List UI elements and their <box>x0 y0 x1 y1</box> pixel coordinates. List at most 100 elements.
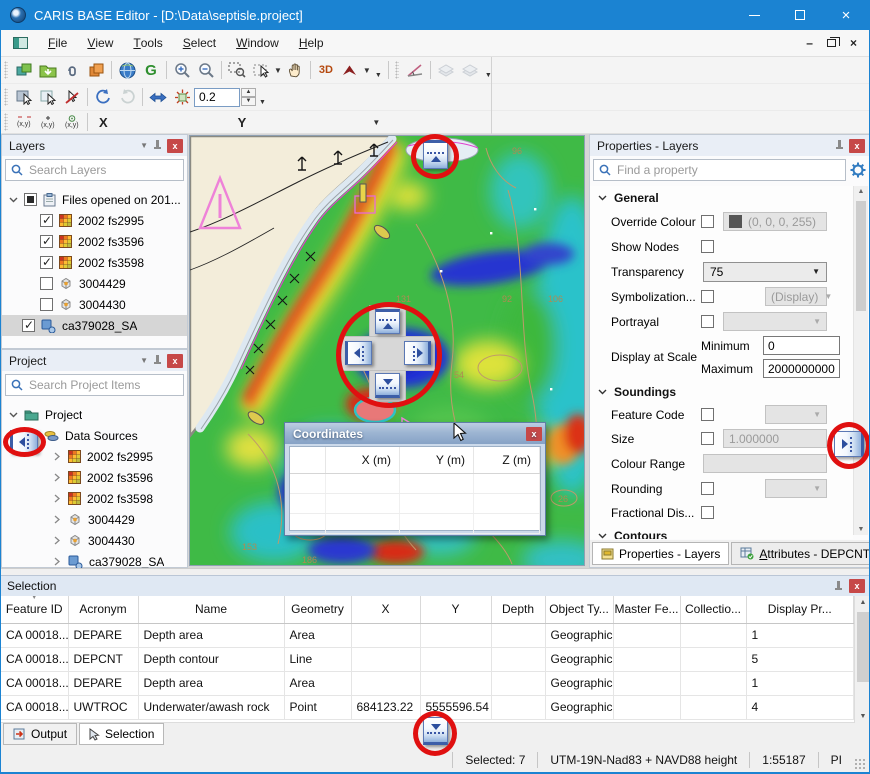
coordinates-col-y[interactable]: Y (m) <box>400 447 474 473</box>
expand-right-button[interactable] <box>834 431 864 457</box>
select-tool-dropdown[interactable]: ▼ <box>274 66 282 75</box>
layer-checkbox[interactable] <box>22 319 35 332</box>
project-menu-icon[interactable]: ▼ <box>140 356 148 365</box>
minimum-scale-input[interactable]: 0 <box>763 336 840 355</box>
table-row[interactable]: CA 00018...DEPAREDepth areaAreaGeographi… <box>1 671 854 695</box>
view-3d-button[interactable]: 3D <box>314 59 338 81</box>
override-colour-checkbox[interactable] <box>701 215 714 228</box>
xy-capture-icon[interactable]: (x,y) <box>12 111 36 133</box>
pan-up-button[interactable] <box>375 309 400 334</box>
tab-selection[interactable]: Selection <box>79 723 164 745</box>
selection-scrollbar[interactable]: ▲ ▼ <box>854 596 870 723</box>
menu-tools[interactable]: Tools <box>123 30 172 56</box>
project-row-3004430[interactable]: 3004430 <box>2 530 187 551</box>
layer-row-ca379028[interactable]: ca379028_SA <box>2 315 187 336</box>
portrayal-checkbox[interactable] <box>701 315 714 328</box>
col-geometry[interactable]: Geometry <box>284 596 351 623</box>
properties-pin-icon[interactable] <box>835 139 844 152</box>
toolbar-grip-3[interactable] <box>4 88 8 106</box>
project-close-icon[interactable]: x <box>167 354 183 368</box>
flash-location-button[interactable] <box>170 86 194 108</box>
resize-grip[interactable] <box>854 758 866 770</box>
layer-row-3004429[interactable]: 3004429 <box>2 273 187 294</box>
chevron-down-icon[interactable] <box>8 410 18 419</box>
menu-view[interactable]: View <box>77 30 123 56</box>
xy-add-icon[interactable]: (x,y) <box>36 111 60 133</box>
tab-attributes-depcnt[interactable]: Attributes - DEPCNT <box>731 542 870 565</box>
attach-file-button[interactable] <box>60 59 84 81</box>
north-arrow-dropdown[interactable]: ▼ <box>363 66 371 75</box>
layer-checkbox[interactable] <box>40 214 53 227</box>
close-button[interactable]: × <box>823 0 869 30</box>
gear-icon[interactable] <box>850 162 866 178</box>
collapse-left-button[interactable] <box>10 430 38 453</box>
col-depth[interactable]: Depth <box>491 596 545 623</box>
project-search[interactable] <box>5 374 184 396</box>
select-by-rect-button[interactable] <box>12 86 36 108</box>
properties-search-input[interactable] <box>617 163 840 177</box>
section-soundings[interactable]: Soundings <box>590 380 853 403</box>
pan-tool-button[interactable] <box>283 59 307 81</box>
coordinates-titlebar[interactable]: Coordinates x <box>285 423 545 444</box>
coordinates-window[interactable]: Coordinates x X (m) Y (m) Z (m) <box>284 422 546 536</box>
project-search-input[interactable] <box>29 378 178 392</box>
rounding-checkbox[interactable] <box>701 482 714 495</box>
layers-menu-icon[interactable]: ▼ <box>140 141 148 150</box>
scroll-down-icon[interactable]: ▼ <box>858 526 865 533</box>
menu-window[interactable]: Window <box>226 30 289 56</box>
chevron-right-icon[interactable] <box>52 557 62 566</box>
layers-search-input[interactable] <box>29 163 178 177</box>
toolbar2-overflow[interactable]: ▼ <box>482 59 495 81</box>
pan-up-map-button[interactable] <box>423 140 448 169</box>
layer-row-3004430[interactable]: 3004430 <box>2 294 187 315</box>
table-row[interactable]: CA 00018...DEPAREDepth areaAreaGeographi… <box>1 623 854 647</box>
layers-tree-root[interactable]: Files opened on 201... <box>2 189 187 210</box>
chevron-right-icon[interactable] <box>52 536 62 545</box>
table-row[interactable]: CA 00018...DEPCNTDepth contourLineGeogra… <box>1 647 854 671</box>
project-row-fs3598[interactable]: 2002 fs3598 <box>2 488 187 509</box>
chevron-right-icon[interactable] <box>52 494 62 503</box>
measure-angle-button[interactable] <box>403 59 427 81</box>
mdi-child-icon[interactable] <box>13 37 28 49</box>
properties-search[interactable] <box>593 159 846 181</box>
scrollbar-thumb[interactable] <box>856 201 866 311</box>
scroll-up-icon[interactable]: ▲ <box>860 599 867 606</box>
select-by-lasso-button[interactable] <box>36 86 60 108</box>
menu-file[interactable]: File <box>38 30 77 56</box>
chevron-right-icon[interactable] <box>52 452 62 461</box>
selection-close-icon[interactable]: x <box>849 579 865 593</box>
open-file-button[interactable] <box>36 59 60 81</box>
zoom-in-button[interactable] <box>170 59 194 81</box>
fit-width-button[interactable] <box>146 86 170 108</box>
feature-code-checkbox[interactable] <box>701 408 714 421</box>
layers-close-icon[interactable]: x <box>167 139 183 153</box>
chevron-right-icon[interactable] <box>52 515 62 524</box>
coordinates-close-icon[interactable]: x <box>526 427 542 441</box>
pan-down-button[interactable] <box>375 373 400 398</box>
zoom-to-selection-button[interactable] <box>91 86 115 108</box>
expand-down-button[interactable] <box>423 717 448 745</box>
layer-row-fs3598[interactable]: 2002 fs3598 <box>2 252 187 273</box>
properties-close-icon[interactable]: x <box>849 139 865 153</box>
layers-pin-icon[interactable] <box>153 139 162 152</box>
table-row[interactable]: CA 00018...UWTROCUnderwater/awash rockPo… <box>1 695 854 719</box>
zoom-factor-input[interactable] <box>194 88 240 107</box>
fractional-checkbox[interactable] <box>701 506 714 519</box>
layer-checkbox[interactable] <box>40 235 53 248</box>
layer-row-fs2995[interactable]: 2002 fs2995 <box>2 210 187 231</box>
col-display-priority[interactable]: Display Pr... <box>746 596 854 623</box>
properties-scrollbar[interactable]: ▲ ▼ <box>853 186 868 535</box>
zoom-factor-spinner[interactable]: ▲▼ <box>241 88 256 106</box>
layer-checkbox[interactable] <box>40 277 53 290</box>
copy-files-button[interactable] <box>84 59 108 81</box>
project-row-3004429[interactable]: 3004429 <box>2 509 187 530</box>
mdi-restore-button[interactable] <box>827 39 836 47</box>
col-name[interactable]: Name <box>138 596 284 623</box>
section-contours[interactable]: Contours <box>590 524 853 539</box>
layers-search[interactable] <box>5 159 184 181</box>
zoom-window-button[interactable] <box>225 59 249 81</box>
toolbar-grip[interactable] <box>4 61 8 79</box>
project-tree-root[interactable]: Project <box>2 404 187 425</box>
layer-checkbox[interactable] <box>40 298 53 311</box>
toolbar3-overflow[interactable]: ▼ <box>256 86 269 108</box>
